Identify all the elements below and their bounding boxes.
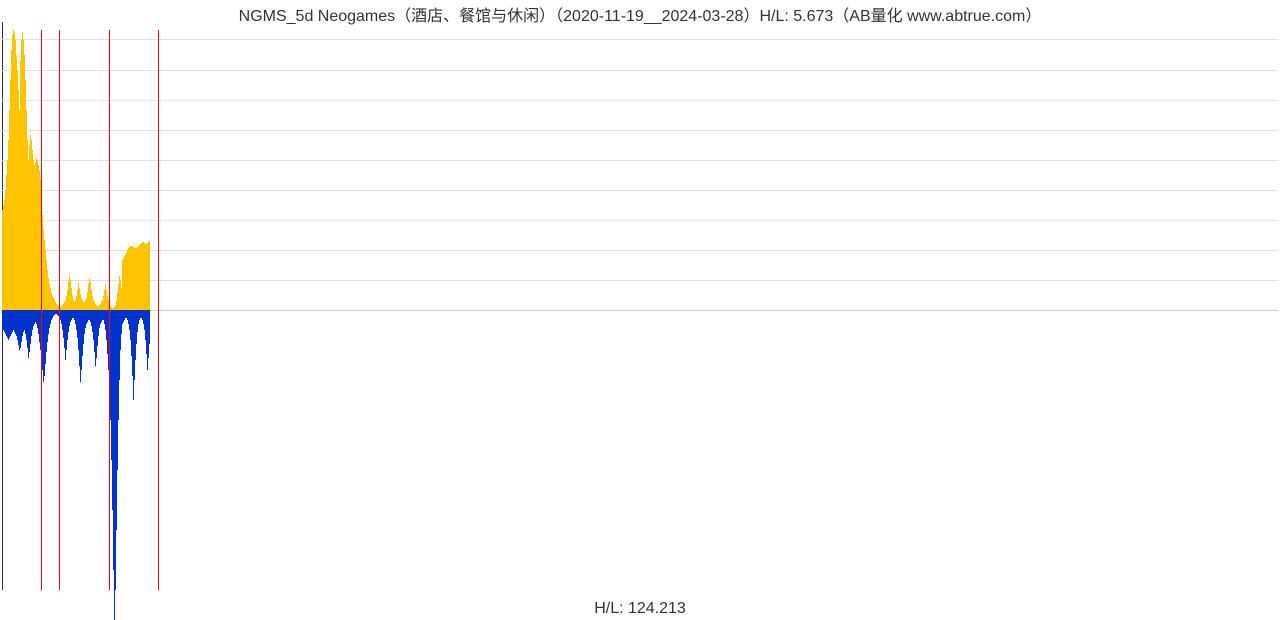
- chart-plot-area: [2, 22, 1278, 598]
- bar-up: [149, 241, 150, 310]
- bar-down: [149, 310, 150, 344]
- marker-line: [158, 30, 159, 590]
- marker-line: [41, 30, 42, 590]
- chart-footer: H/L: 124.213: [0, 600, 1280, 618]
- marker-line: [59, 30, 60, 590]
- chart-bars: [2, 22, 1278, 598]
- marker-line: [109, 30, 110, 590]
